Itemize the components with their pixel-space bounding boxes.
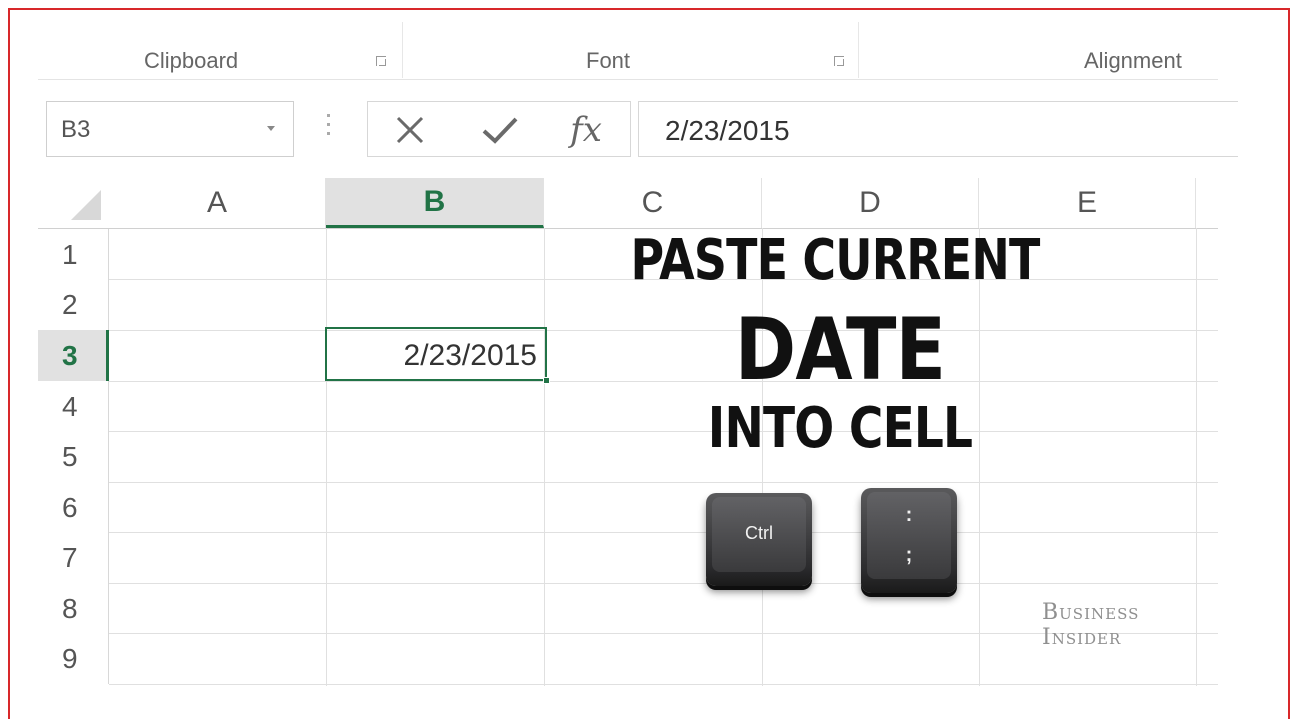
ctrl-key-label: Ctrl [745, 523, 773, 543]
overlay-title-line3: INTO CELL [707, 396, 973, 461]
row-header-5[interactable]: 5 [38, 431, 109, 482]
grid-line [109, 532, 1218, 533]
grid-line [109, 684, 1218, 685]
chevron-down-icon[interactable] [267, 126, 275, 131]
ctrl-key-face: Ctrl [712, 497, 806, 572]
colon-key-label: : [905, 504, 913, 526]
row-header-3[interactable]: 3 [38, 330, 109, 381]
ribbon-group-clipboard: Clipboard [144, 48, 239, 73]
overlay-title-line1: PASTE CURRENT [630, 228, 1041, 293]
name-box-value: B3 [61, 116, 91, 143]
column-header-b[interactable]: B [326, 178, 544, 228]
column-header-a[interactable]: A [109, 178, 326, 228]
name-box[interactable]: B3 [46, 101, 294, 157]
row-header-1[interactable]: 1 [38, 229, 109, 280]
font-dialog-launcher-icon[interactable] [834, 56, 844, 66]
fx-icon: fx [570, 110, 602, 150]
grid-line [544, 228, 545, 686]
column-header-e[interactable]: E [979, 178, 1196, 228]
ctrl-key: Ctrl [706, 493, 812, 586]
select-all-icon [71, 190, 101, 220]
row-header-6[interactable]: 6 [38, 482, 109, 533]
insert-function-button[interactable]: fx [556, 102, 616, 158]
clipboard-dialog-launcher-icon[interactable] [376, 56, 386, 66]
column-header-d[interactable]: D [762, 178, 979, 228]
column-header-c[interactable]: C [544, 178, 762, 228]
enter-button[interactable] [470, 102, 530, 158]
semicolon-key-label: ; [905, 544, 913, 566]
business-insider-logo: Business Insider [1042, 600, 1139, 650]
formula-value: 2/23/2015 [665, 115, 790, 146]
active-cell-b3[interactable]: 2/23/2015 [325, 327, 550, 384]
row-header-9[interactable]: 9 [38, 633, 109, 684]
formula-bar-resize-handle[interactable] [327, 114, 331, 142]
grid-line [109, 381, 1218, 382]
grid-line [1196, 228, 1197, 686]
colon-semicolon-key: : ; [861, 488, 957, 593]
ribbon-group-alignment: Alignment [1084, 48, 1182, 73]
formula-input[interactable]: 2/23/2015 [638, 101, 1238, 157]
cancel-button[interactable] [380, 102, 440, 158]
ribbon-group-font: Font [586, 48, 631, 73]
fill-handle[interactable] [543, 377, 550, 384]
cell-value: 2/23/2015 [403, 339, 537, 372]
overlay-title-line2: DATE [734, 300, 946, 400]
ribbon-separator [858, 22, 859, 78]
grid-line [109, 583, 1218, 584]
formula-buttons: fx [367, 101, 631, 157]
ribbon-separator [402, 22, 403, 78]
row-header-7[interactable]: 7 [38, 532, 109, 583]
select-all-button[interactable] [38, 178, 109, 228]
grid-line [326, 228, 327, 686]
row-header-2[interactable]: 2 [38, 279, 109, 330]
close-icon [396, 116, 424, 144]
ribbon-group-bar: Clipboard Font Alignment [38, 22, 1218, 80]
grid-line [109, 330, 1218, 331]
row-header-4[interactable]: 4 [38, 381, 109, 432]
check-icon [482, 117, 518, 144]
grid-line [109, 431, 1218, 432]
brand-line2: Insider [1042, 625, 1122, 650]
row-header-8[interactable]: 8 [38, 583, 109, 634]
grid-line [109, 482, 1218, 483]
colon-key-face: : ; [867, 492, 951, 579]
brand-line1: Business [1042, 600, 1140, 625]
